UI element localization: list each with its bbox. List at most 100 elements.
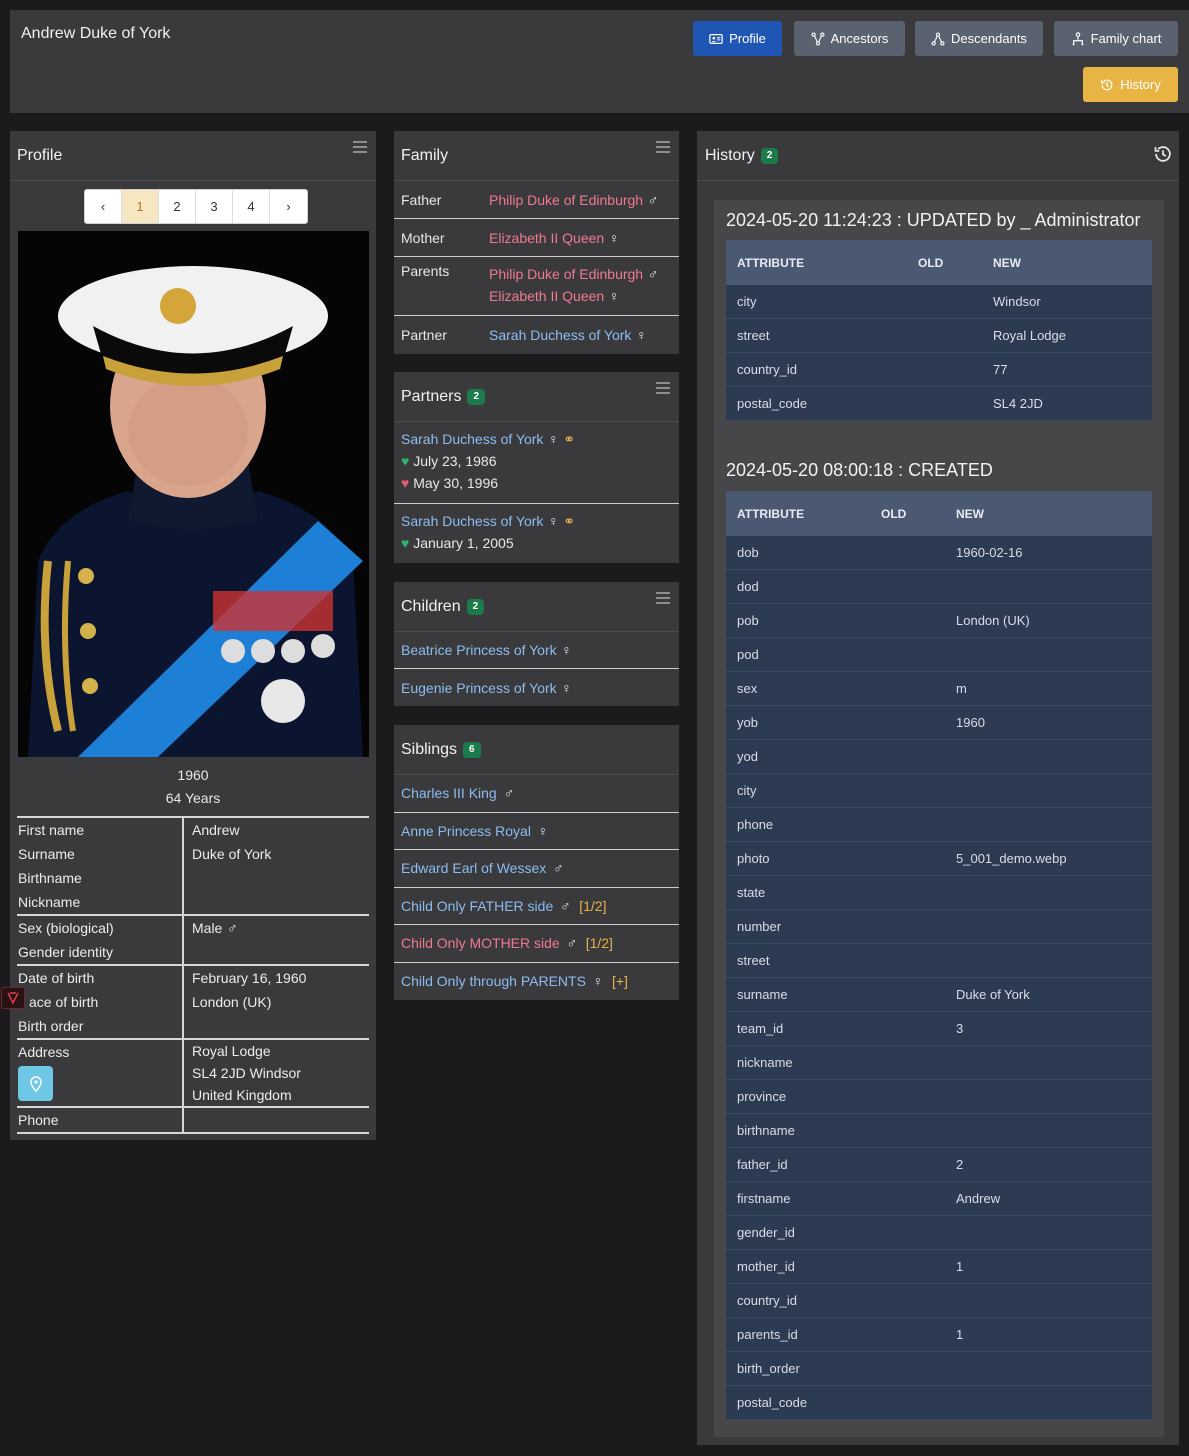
table-row: postal_code xyxy=(726,1386,1152,1420)
child-link[interactable]: Beatrice Princess of York xyxy=(401,642,557,658)
attribute-cell: firstname xyxy=(737,1191,791,1206)
gender-value xyxy=(192,940,369,964)
parents-father-link[interactable]: Philip Duke of Edinburgh xyxy=(489,266,643,282)
married-date: January 1, 2005 xyxy=(413,535,514,551)
history-button[interactable]: History xyxy=(1083,67,1178,102)
partners-card: Partners 2 Sarah Duchess of York ♀ ⚭ ♥ J… xyxy=(394,372,679,563)
siblings-list: Charles III King ♂ Anne Princess Royal ♀ Edw… xyxy=(394,775,679,1000)
new-value-cell: Andrew xyxy=(956,1191,1001,1206)
map-button[interactable] xyxy=(18,1066,53,1101)
sibling-link[interactable]: Charles III King xyxy=(401,785,497,801)
sibling-link[interactable]: Child Only FATHER side xyxy=(401,898,553,914)
attribute-cell: birthname xyxy=(737,1123,795,1138)
family-chart-button[interactable]: Family chart xyxy=(1054,21,1178,56)
female-icon: ♀ xyxy=(608,229,620,246)
pager-page-2[interactable]: 2 xyxy=(159,190,196,223)
menu-icon[interactable] xyxy=(656,382,670,394)
rings-icon: ⚭ xyxy=(563,431,575,447)
child-link[interactable]: Eugenie Princess of York xyxy=(401,680,557,696)
attribute-cell: team_id xyxy=(737,1021,784,1036)
pager-next[interactable]: › xyxy=(270,190,307,223)
parents-mother-link[interactable]: Elizabeth II Queen xyxy=(489,288,604,304)
pager-prev[interactable]: ‹ xyxy=(85,190,122,223)
debug-bar-icon[interactable] xyxy=(1,987,25,1009)
address-line-3: United Kingdom xyxy=(192,1087,292,1103)
table-row: nickname xyxy=(726,1046,1152,1080)
profile-button-label: Profile xyxy=(729,31,766,46)
pager-page-3[interactable]: 3 xyxy=(196,190,233,223)
new-value-cell: SL4 2JD xyxy=(993,396,1043,411)
sibling-item: Child Only MOTHER side ♂ [1/2] xyxy=(394,925,679,963)
profile-details-table: First name Surname Birthname Nickname An… xyxy=(1,816,369,1134)
partner-name-link[interactable]: Sarah Duchess of York xyxy=(401,431,543,447)
age: 64 Years xyxy=(165,790,221,806)
dob-value: February 16, 1960 xyxy=(192,970,307,986)
sibling-suffix: [1/2] xyxy=(585,935,613,952)
table-row: parents_id 1 xyxy=(726,1318,1152,1352)
address-line-1: Royal Lodge xyxy=(192,1043,271,1059)
birthname-label: Birthname xyxy=(18,870,82,886)
attribute-cell: country_id xyxy=(737,1293,797,1308)
table-row: yob 1960 xyxy=(726,706,1152,740)
attribute-cell: state xyxy=(737,885,766,900)
partner-name-link[interactable]: Sarah Duchess of York xyxy=(401,513,543,529)
portrait-illustration xyxy=(18,231,369,757)
profile-button[interactable]: Profile xyxy=(693,21,782,56)
sex-group: Sex (biological) Gender identity Male ♂ xyxy=(17,916,369,966)
descendants-button[interactable]: Descendants xyxy=(915,21,1043,56)
ancestors-icon xyxy=(811,31,825,46)
father-row: Father Philip Duke of Edinburgh ♂ xyxy=(394,181,679,219)
menu-icon[interactable] xyxy=(656,141,670,153)
column-header: OLD xyxy=(918,255,944,270)
sibling-link[interactable]: Anne Princess Royal xyxy=(401,823,531,839)
new-value-cell: Duke of York xyxy=(956,987,1030,1002)
table-row: street xyxy=(726,944,1152,978)
partner-item: Sarah Duchess of York ♀ ⚭ ♥ January 1, 2… xyxy=(394,504,679,560)
sex-value: Male xyxy=(192,920,223,936)
first-name-value: Andrew xyxy=(192,822,240,838)
table-row: postal_code SL4 2JD xyxy=(726,387,1152,421)
table-row: dod xyxy=(726,570,1152,604)
history-count-badge: 2 xyxy=(760,147,779,164)
first-name-label: First name xyxy=(18,822,85,838)
male-icon: ♂ xyxy=(647,191,659,208)
male-icon: ♂ xyxy=(553,860,564,877)
profile-photo[interactable] xyxy=(18,231,369,757)
attribute-cell: street xyxy=(737,953,770,968)
menu-icon[interactable] xyxy=(656,592,670,604)
father-link[interactable]: Philip Duke of Edinburgh xyxy=(489,192,643,208)
siblings-card-title: Siblings xyxy=(401,740,458,758)
heart-icon: ♥ xyxy=(401,535,410,551)
attribute-cell: mother_id xyxy=(737,1259,795,1274)
partner-link[interactable]: Sarah Duchess of York xyxy=(489,327,631,343)
table-row: firstname Andrew xyxy=(726,1182,1152,1216)
history-icon xyxy=(1101,79,1113,90)
phone-group: Phone xyxy=(17,1108,369,1134)
phone-value xyxy=(192,1108,369,1132)
sibling-link[interactable]: Child Only through PARENTS xyxy=(401,973,586,989)
new-value-cell: 77 xyxy=(993,362,1008,377)
siblings-card: Siblings 6 Charles III King ♂ Anne Princes… xyxy=(394,725,679,1000)
family-card-title: Family xyxy=(401,146,449,164)
nickname-label: Nickname xyxy=(18,894,81,910)
children-card: Children 2 Beatrice Princess of York ♀ E… xyxy=(394,582,679,706)
table-row: number xyxy=(726,910,1152,944)
descendants-button-label: Descendants xyxy=(951,31,1027,46)
pager-page-4[interactable]: 4 xyxy=(233,190,270,223)
pager-page-1[interactable]: 1 xyxy=(122,190,159,223)
menu-icon[interactable] xyxy=(353,141,367,153)
male-icon: ♂ xyxy=(227,920,238,936)
pob-value: London (UK) xyxy=(192,994,272,1010)
attribute-cell: yob xyxy=(737,715,758,730)
new-value-cell: Windsor xyxy=(993,294,1041,309)
sibling-link[interactable]: Edward Earl of Wessex xyxy=(401,860,546,876)
ancestors-button[interactable]: Ancestors xyxy=(794,21,905,56)
new-value-cell: Royal Lodge xyxy=(993,328,1066,343)
female-icon: ♀ xyxy=(636,326,647,343)
mother-link[interactable]: Elizabeth II Queen xyxy=(489,230,604,246)
attribute-cell: pob xyxy=(737,613,759,628)
partners-card-title: Partners xyxy=(401,387,462,405)
attribute-cell: number xyxy=(737,919,782,934)
sibling-link[interactable]: Child Only MOTHER side xyxy=(401,935,560,951)
table-row: state xyxy=(726,876,1152,910)
